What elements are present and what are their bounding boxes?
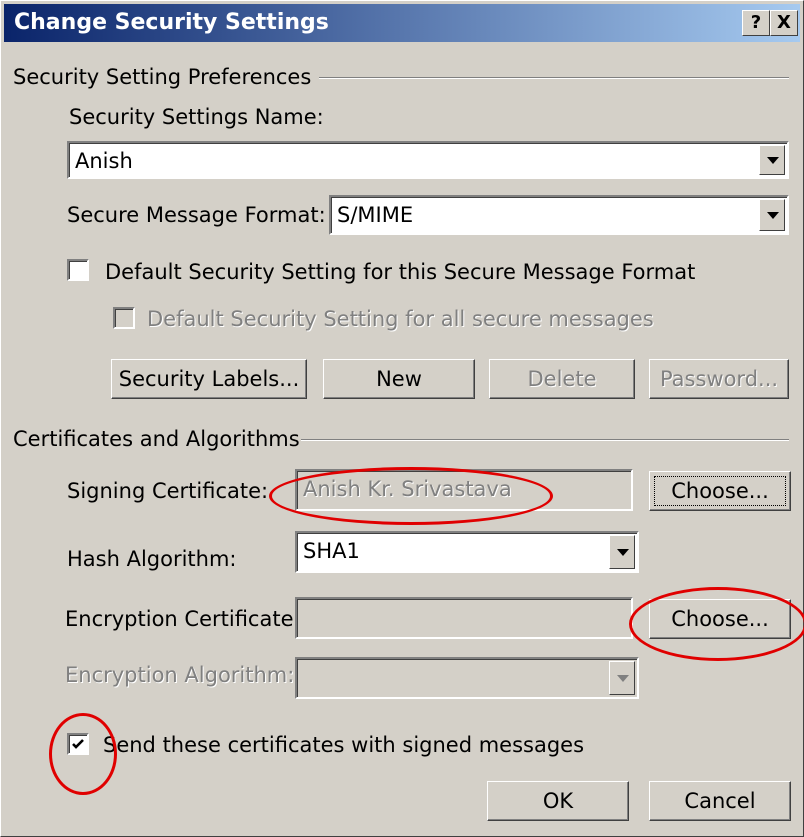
group-divider (301, 439, 789, 441)
chevron-down-icon[interactable] (609, 535, 635, 569)
secure-message-format-label: Secure Message Format: (67, 203, 326, 227)
signing-certificate-label: Signing Certificate: (67, 479, 269, 503)
hash-algorithm-value: SHA1 (303, 539, 360, 563)
close-button[interactable]: X (770, 10, 798, 36)
group-label-preferences: Security Setting Preferences (13, 65, 320, 89)
focus-rect (654, 476, 786, 506)
new-button[interactable]: New (323, 359, 475, 399)
chevron-down-icon[interactable] (759, 145, 785, 175)
default-all-label: Default Security Setting for all secure … (147, 307, 654, 331)
default-all-checkbox (113, 307, 135, 329)
cancel-button[interactable]: Cancel (649, 781, 791, 821)
encryption-algorithm-dropdown (295, 657, 639, 699)
dialog-title: Change Security Settings (14, 10, 329, 35)
title-bar[interactable]: Change Security Settings ? X (4, 4, 800, 42)
signing-choose-button[interactable]: Choose... (649, 471, 791, 511)
annotation-ellipse (269, 467, 553, 525)
default-format-checkbox[interactable] (67, 259, 89, 281)
encryption-certificate-field (295, 597, 633, 639)
security-settings-name-dropdown[interactable]: Anish (67, 141, 789, 179)
help-button[interactable]: ? (742, 10, 770, 36)
chevron-down-icon[interactable] (759, 199, 785, 231)
security-settings-name-label: Security Settings Name: (69, 105, 324, 129)
encryption-algorithm-label: Encryption Algorithm: (65, 663, 295, 687)
group-label-certificates: Certificates and Algorithms (13, 427, 308, 451)
password-button: Password... (649, 359, 789, 399)
delete-button: Delete (489, 359, 635, 399)
secure-message-format-value: S/MIME (337, 203, 414, 227)
secure-message-format-dropdown[interactable]: S/MIME (329, 195, 789, 235)
default-format-label[interactable]: Default Security Setting for this Secure… (105, 260, 695, 284)
ok-button[interactable]: OK (487, 781, 629, 821)
encryption-certificate-label: Encryption Certificate: (65, 607, 301, 631)
annotation-ellipse (49, 713, 117, 795)
group-divider (319, 77, 789, 79)
send-certificates-label[interactable]: Send these certificates with signed mess… (103, 733, 584, 757)
hash-algorithm-label: Hash Algorithm: (67, 547, 237, 571)
hash-algorithm-dropdown[interactable]: SHA1 (295, 531, 639, 573)
annotation-ellipse (629, 587, 804, 661)
security-settings-name-value: Anish (75, 149, 133, 173)
chevron-down-icon (609, 661, 635, 695)
security-labels-button[interactable]: Security Labels... (111, 359, 307, 399)
dialog-window: Change Security Settings ? X Security Se… (0, 0, 804, 837)
